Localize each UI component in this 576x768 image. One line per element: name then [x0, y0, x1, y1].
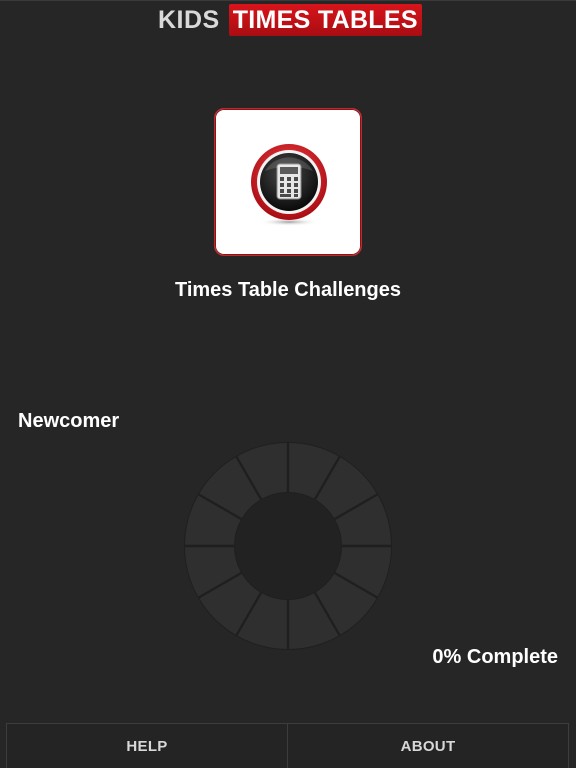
progress-ring-center: [235, 493, 341, 599]
logo-times-tables-text: TIMES TABLES: [228, 4, 422, 36]
rank-title: Newcomer: [18, 410, 120, 432]
challenge-label: Times Table Challenges: [174, 279, 401, 301]
times-table-challenges-button[interactable]: [214, 108, 362, 256]
app-logo: KIDS TIMES TABLES: [158, 4, 422, 36]
logo-kids-text: KIDS: [158, 5, 220, 34]
app-screen: KIDS TIMES TABLES Times Table Challenges…: [0, 0, 576, 768]
percent-complete-label: 0% Complete: [432, 646, 558, 668]
progress-ring: [184, 442, 392, 650]
help-button[interactable]: HELP: [6, 724, 287, 768]
header-bar: KIDS TIMES TABLES: [0, 0, 576, 39]
footer-bar: HELP ABOUT: [6, 723, 569, 768]
calculator-icon: [251, 144, 327, 226]
about-button[interactable]: ABOUT: [287, 724, 569, 768]
